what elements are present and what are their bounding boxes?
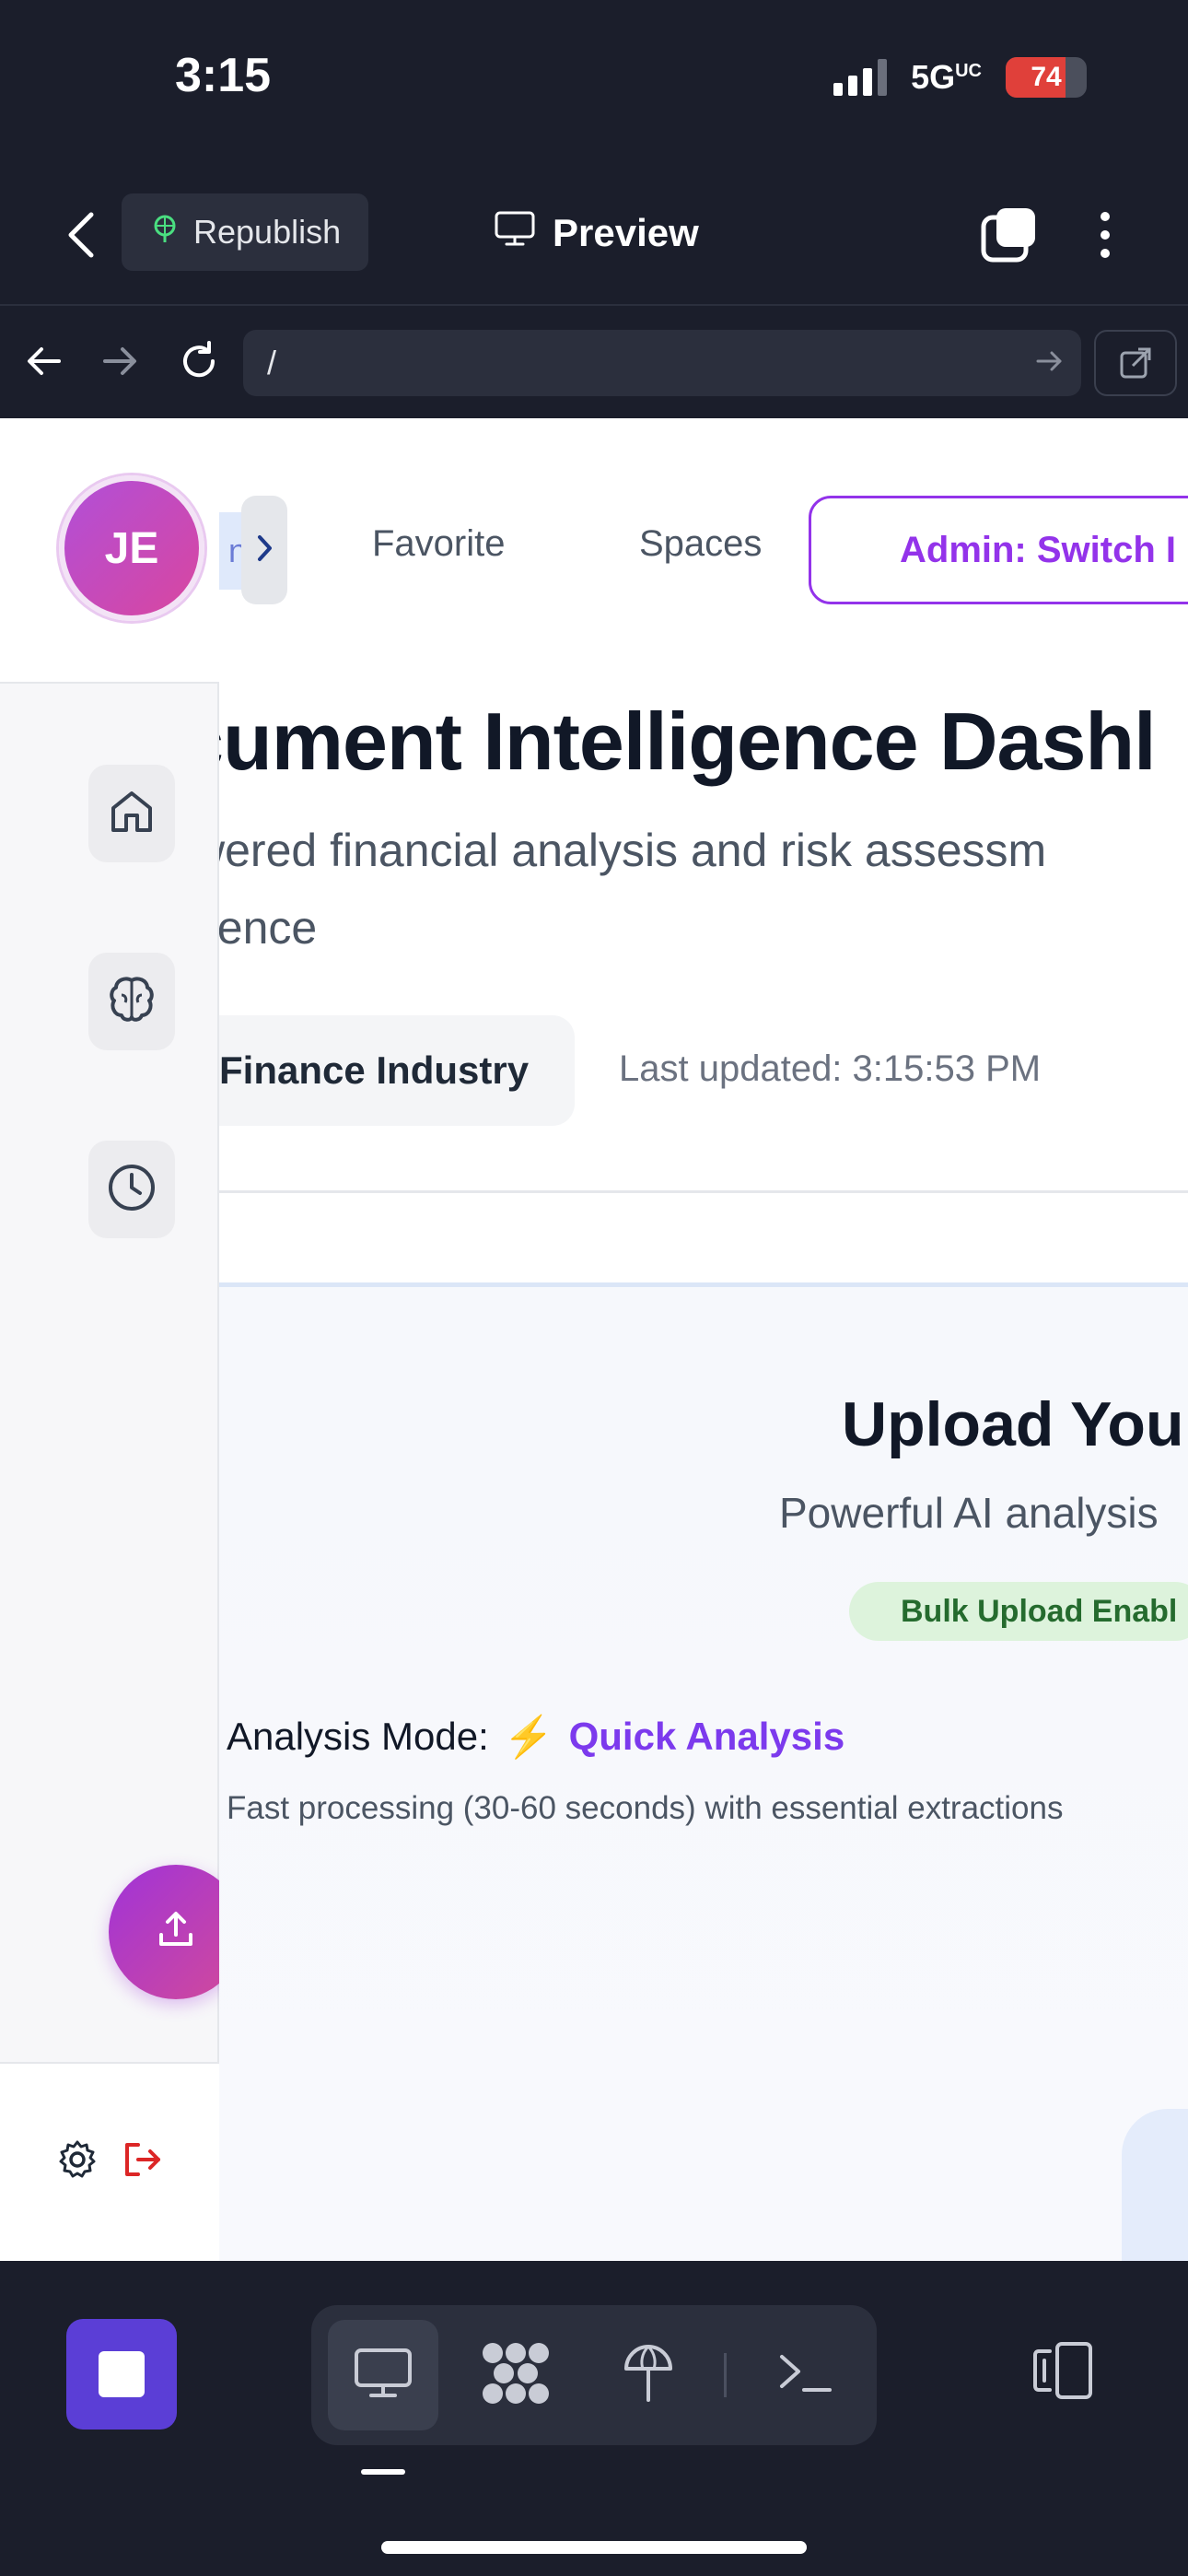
page-subtitle-line2: gence	[219, 902, 318, 954]
dock-apps[interactable]	[460, 2320, 571, 2430]
status-bar: 3:15 5GUC 74	[0, 0, 1188, 166]
nav-scroll-right-button[interactable]	[241, 496, 287, 604]
top-nav: nt Favorite Spaces Admin: Switch I	[219, 496, 1188, 604]
home-icon	[106, 786, 157, 842]
dock-active-indicator	[361, 2469, 405, 2475]
logout-icon[interactable]	[122, 2139, 164, 2184]
terminal-icon	[776, 2349, 833, 2402]
browser-bar: /	[0, 304, 1188, 418]
upload-subtitle: Powerful AI analysis	[779, 1489, 1159, 1537]
upload-section: Upload You Powerful AI analysis Bulk Upl…	[219, 1282, 1188, 2261]
bulk-upload-badge: Bulk Upload Enabl	[849, 1582, 1188, 1641]
reload-icon[interactable]	[171, 334, 227, 389]
lightning-icon: ⚡	[503, 1715, 554, 1760]
status-time: 3:15	[175, 49, 272, 102]
republish-button[interactable]: Republish	[122, 193, 369, 271]
gear-icon[interactable]	[57, 2139, 98, 2184]
battery-level: 74	[1031, 62, 1062, 92]
arrow-left-icon[interactable]	[17, 334, 72, 389]
header-divider	[219, 1190, 1188, 1193]
web-viewport: JE Favorite Spaces Admin: Switch I cumen…	[0, 418, 1188, 2261]
main-content: nt Favorite Spaces Admin: Switch I cumen…	[219, 418, 1188, 2261]
stop-icon	[99, 2351, 145, 2397]
clock-icon	[105, 1161, 158, 1219]
analysis-mode-description: Fast processing (30-60 seconds) with ess…	[227, 1790, 1064, 1826]
dock-terminal[interactable]	[750, 2320, 860, 2430]
avatar-zone: JE	[0, 418, 219, 684]
upload-icon	[155, 1909, 197, 1956]
page-subtitle-line1: wered financial analysis and risk assess…	[219, 825, 1047, 876]
republish-label: Republish	[193, 213, 342, 251]
sidebar-item-home[interactable]	[88, 765, 175, 862]
url-text: /	[267, 344, 277, 381]
last-updated-text: Last updated: 3:15:53 PM	[619, 1048, 1042, 1089]
sidebar-item-brain[interactable]	[88, 953, 175, 1050]
open-external-icon[interactable]	[1094, 330, 1177, 396]
upload-dropzone-partial[interactable]	[1122, 2109, 1188, 2261]
dock-tool-group	[311, 2305, 877, 2445]
deploy-icon	[621, 2341, 676, 2410]
more-vertical-icon[interactable]	[1087, 203, 1124, 267]
globe-icon	[149, 213, 181, 252]
page-title: cument Intelligence Dashl	[219, 696, 1157, 787]
tab-spaces[interactable]: Spaces	[639, 523, 762, 565]
status-indicators: 5GUC 74	[833, 57, 1087, 98]
tabs-icon[interactable]	[976, 203, 1041, 267]
brain-icon	[105, 973, 158, 1031]
arrow-right-icon[interactable]	[92, 334, 147, 389]
desktop-icon	[353, 2347, 413, 2405]
dock-desktop[interactable]	[328, 2320, 438, 2430]
url-input[interactable]: /	[243, 330, 1081, 396]
sidebar-item-history[interactable]	[88, 1141, 175, 1238]
app-header: Republish Preview	[0, 166, 1188, 304]
go-arrow-icon[interactable]	[1035, 345, 1065, 386]
analysis-mode-line: Analysis Mode: ⚡ Quick Analysis	[227, 1713, 844, 1761]
apps-grid-icon	[480, 2340, 552, 2411]
dock-separator	[724, 2353, 727, 2397]
avatar[interactable]: JE	[59, 475, 204, 621]
analysis-mode-label: Analysis Mode:	[227, 1715, 489, 1758]
admin-switch-button[interactable]: Admin: Switch I	[809, 496, 1188, 604]
bottom-dock	[0, 2261, 1188, 2576]
analysis-mode-value[interactable]: Quick Analysis	[569, 1715, 845, 1759]
industry-badge: Finance Industry	[219, 1015, 576, 1126]
home-indicator	[381, 2541, 807, 2554]
upload-title: Upload You	[842, 1389, 1184, 1459]
dock-deploy[interactable]	[593, 2320, 704, 2430]
sidebar-footer	[0, 2062, 219, 2261]
stop-button[interactable]	[66, 2319, 177, 2430]
chevron-left-icon[interactable]	[53, 203, 109, 267]
signal-icon	[833, 59, 888, 96]
devices-icon[interactable]	[1030, 2340, 1096, 2406]
chevron-right-icon	[255, 533, 274, 568]
battery-icon: 74	[1006, 57, 1087, 98]
sidebar: JE	[0, 418, 243, 2261]
preview-title[interactable]: Preview	[494, 201, 699, 265]
tab-favorite[interactable]: Favorite	[372, 523, 506, 565]
preview-label: Preview	[553, 211, 699, 254]
network-label: 5GUC	[911, 58, 982, 96]
monitor-icon	[494, 210, 536, 256]
